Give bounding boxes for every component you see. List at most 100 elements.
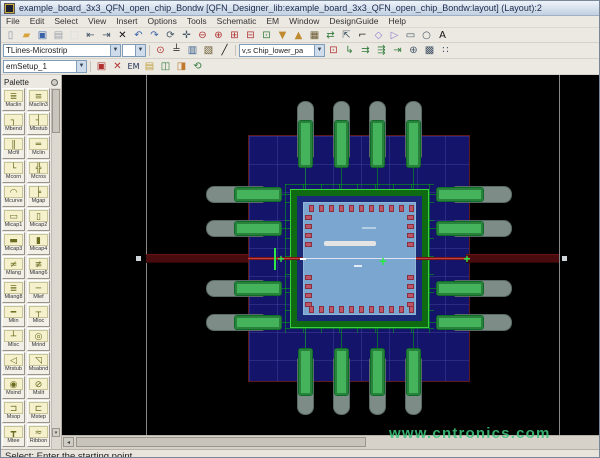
fit-width-icon[interactable]: ⇤ [83,29,98,42]
palette-item-micap1[interactable]: ▭Micap1 [2,208,25,231]
zoom-in-icon[interactable]: ⊕ [211,29,226,42]
undo-icon[interactable]: ↶ [131,29,146,42]
bond-pad[interactable] [369,306,374,313]
bond-pad[interactable] [305,302,312,307]
rectangle-tool-icon[interactable]: ▭ [403,29,418,42]
palette-item-mslit[interactable]: ⊘Mslit [27,376,50,399]
palette-item-mbend[interactable]: ┐Mbend [2,112,25,135]
history-dropdown[interactable]: ▼ [122,44,146,57]
palette-item-msind[interactable]: ◉Msind [2,376,25,399]
bond-pad[interactable] [305,293,312,298]
qfn-pad[interactable] [370,348,385,396]
palette-item-mcfil[interactable]: ∥Mcfil [2,136,25,159]
em-stop-icon[interactable]: ✕ [110,60,125,73]
redo-icon[interactable]: ↷ [147,29,162,42]
qfn-pad[interactable] [298,120,313,168]
zoom-fit-icon[interactable]: ⊡ [259,29,274,42]
new-file-icon[interactable]: ▯ [3,29,18,42]
component-library-icon[interactable]: ▥ [185,44,200,57]
bond-pad[interactable] [339,306,344,313]
view-3d-icon[interactable]: ◫ [158,60,173,73]
snap-grid-icon[interactable]: ∷ [438,44,453,57]
qfn-pad[interactable] [370,120,385,168]
port-marker[interactable]: + [276,255,286,265]
scroll-left-button[interactable]: ◂ [63,437,74,447]
bond-pad[interactable] [369,205,374,212]
menu-em[interactable]: EM [261,16,284,27]
pin-area-icon[interactable]: ⇥ [390,44,405,57]
palette-category-dropdown[interactable]: TLines-Microstrip ▼ [3,44,121,57]
origin-icon[interactable]: ⊕ [406,44,421,57]
delete-icon[interactable]: ✕ [115,29,130,42]
menu-help[interactable]: Help [383,16,410,27]
print-icon[interactable]: ▤ [51,29,66,42]
palette-item-mcros[interactable]: ╬Mcros [27,160,50,183]
ground-icon[interactable]: ╧ [169,44,184,57]
em-setup-icon[interactable]: ▣ [94,60,109,73]
bond-pad[interactable] [309,205,314,212]
palette-item-mrstub[interactable]: ◁Mrstub [2,352,25,375]
bond-pad[interactable] [389,306,394,313]
palette-item-micap4[interactable]: ▮Micap4 [27,232,50,255]
menu-designguide[interactable]: DesignGuide [324,16,383,27]
hierarchy-icon[interactable]: ⇱ [339,29,354,42]
bond-pad[interactable] [407,284,414,289]
bond-pad[interactable] [305,275,312,280]
bond-pad[interactable] [409,306,414,313]
bond-pad[interactable] [379,205,384,212]
palette-item-maclin[interactable]: ≣Maclin [2,88,25,111]
port-p10-icon[interactable]: ⊡ [326,44,341,57]
title-bar[interactable]: example_board_3x3_QFN_open_chip_Bondw [Q… [1,1,599,16]
qfn-pad[interactable] [436,221,484,236]
menu-options[interactable]: Options [143,16,182,27]
display-properties-icon[interactable]: ▧ [201,44,216,57]
palette-scrollbar[interactable]: ▾ [51,88,61,449]
qfn-pad[interactable] [436,187,484,202]
bond-pad[interactable] [305,224,312,229]
menu-tools[interactable]: Tools [182,16,212,27]
port-marker[interactable]: + [462,255,472,265]
draw-pencil-icon[interactable]: ╱ [217,44,232,57]
pin-icon[interactable] [51,79,58,86]
bond-pad[interactable] [409,205,414,212]
bond-pad[interactable] [305,284,312,289]
bond-pad[interactable] [407,242,414,247]
circle-tool-icon[interactable]: ○ [419,29,434,42]
bond-pad[interactable] [389,205,394,212]
zoom-out-icon[interactable]: ⊖ [195,29,210,42]
bond-pad[interactable] [399,306,404,313]
palette-item-mloc[interactable]: ┬Mloc [27,304,50,327]
palette-item-mbstub[interactable]: ┤Mbstub [27,112,50,135]
path-tool-icon[interactable]: ◇ [371,29,386,42]
open-folder-icon[interactable]: ▰ [19,29,34,42]
zoom-area-icon[interactable]: ⊞ [227,29,242,42]
palette-item-mcurve[interactable]: ◠Mcurve [2,184,25,207]
em-label-icon[interactable]: EM [126,60,141,73]
palette-item-maclin3[interactable]: ≡Maclin3 [27,88,50,111]
qfn-pad[interactable] [334,348,349,396]
palette-item-mstep[interactable]: ⊏Mstep [27,400,50,423]
palette-item-mtee[interactable]: ┳Mtee [2,424,25,447]
qfn-pad[interactable] [298,348,313,396]
bond-pad[interactable] [407,233,414,238]
bond-pad[interactable] [305,242,312,247]
menu-insert[interactable]: Insert [111,16,142,27]
palette-item-msabnd[interactable]: ◹Msabnd [27,352,50,375]
palette-item-mlang6[interactable]: ≢Mlang6 [27,256,50,279]
bond-pad[interactable] [407,224,414,229]
menu-schematic[interactable]: Schematic [212,16,262,27]
bond-pad[interactable] [305,215,312,220]
qfn-pad[interactable] [436,315,484,330]
menu-window[interactable]: Window [284,16,324,27]
scrollbar-thumb[interactable] [52,89,60,133]
bond-pad[interactable] [349,306,354,313]
bondwire-line[interactable] [303,258,416,259]
bond-pad[interactable] [319,306,324,313]
insert-pin-icon[interactable]: ⊙ [153,44,168,57]
bond-pad[interactable] [349,205,354,212]
save-icon[interactable]: ▣ [35,29,50,42]
bond-pad[interactable] [329,306,334,313]
palette-item-mlsc[interactable]: ┴Mlsc [2,328,25,351]
layer-select-icon[interactable]: ▩ [422,44,437,57]
bond-pad[interactable] [319,205,324,212]
